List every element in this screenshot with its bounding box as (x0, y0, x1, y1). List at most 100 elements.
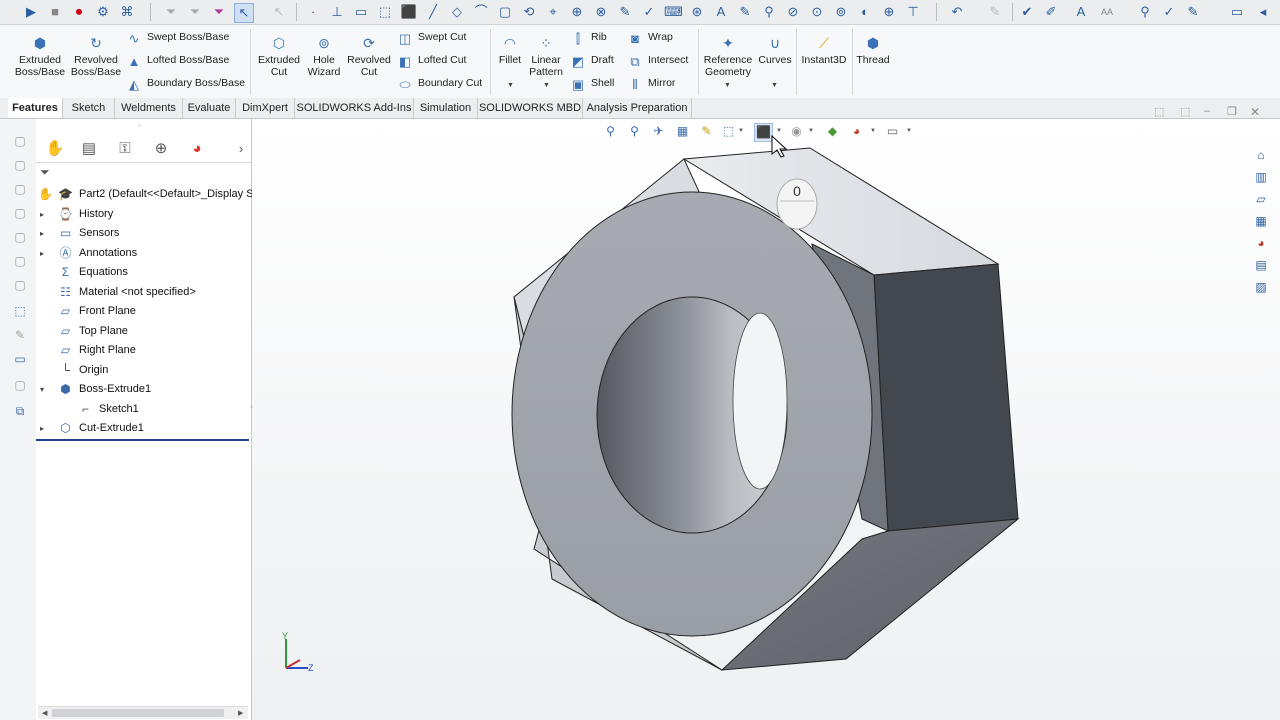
expand-icon[interactable]: ▸ (40, 205, 50, 224)
revolved-cut-button[interactable]: ⟳ Revolved Cut (346, 35, 392, 78)
axis-icon[interactable]: ⊥ (328, 3, 346, 21)
window-cascade-icon[interactable]: ⬚ (1154, 105, 1164, 118)
extruded-boss-button[interactable]: ⬢ Extruded Boss/Base (12, 35, 68, 78)
tree-item-origin[interactable]: └ Origin (36, 361, 251, 380)
pen-icon[interactable]: ⊚ (832, 3, 850, 21)
strip-tool-icon[interactable]: ▢ (12, 229, 28, 245)
rib-button[interactable]: ⫿ Rib (570, 28, 607, 46)
filter-icon[interactable]: ⏷ (162, 3, 180, 21)
pen2-icon[interactable]: ✎ (1184, 3, 1202, 21)
smart-dimension-icon[interactable]: ⊕ (568, 3, 586, 21)
tab-addins[interactable]: SOLIDWORKS Add-Ins (295, 98, 414, 118)
curves-button[interactable]: ∪ Curves (756, 35, 794, 66)
close-icon[interactable]: ✕ (1250, 105, 1260, 119)
tab-dimxpert[interactable]: DimXpert (236, 98, 295, 118)
boundary-cut-button[interactable]: ⬭ Boundary Cut (397, 74, 482, 92)
fillet-button[interactable]: ◠ Fillet (494, 35, 526, 66)
boundary-boss-button[interactable]: ◭ Boundary Boss/Base (126, 74, 245, 92)
trim-icon[interactable]: ⌖ (544, 3, 562, 21)
property-manager-tab-icon[interactable]: ▤ (72, 138, 106, 160)
tree-item-sensors[interactable]: ▸ ▭ Sensors (36, 224, 251, 243)
tree-root-part[interactable]: ✋ 🎓 Part2 (Default<<Default>_Display S (36, 185, 254, 204)
filter3-icon[interactable]: ⏷ (210, 3, 228, 21)
tab-weldments[interactable]: Weldments (115, 98, 183, 118)
graphics-viewport[interactable]: ⚲ ⚲ ✈ ▦ ✎ ⬚ ▼ ⬛ ▼ ◉ ▼ ◆ ◕ ▼ ▭ ▼ ⬚ ⬚ – ❐ … (250, 105, 1280, 720)
select-arrow-icon[interactable]: ↖ (234, 3, 254, 23)
hole-wizard-button[interactable]: ⊚ Hole Wizard (302, 35, 346, 78)
tab-analysis-preparation[interactable]: Analysis Preparation (583, 98, 692, 118)
thread-button[interactable]: ⬢ Thread (854, 35, 892, 66)
tree-item-material[interactable]: ☷ Material <not specified> (36, 283, 251, 302)
strip-tool-icon[interactable]: ▢ (12, 205, 28, 221)
check-icon[interactable]: ✓ (1160, 3, 1178, 21)
sketch-icon[interactable]: ⌨ (664, 3, 683, 21)
spelling-icon[interactable]: ✔ (1018, 3, 1036, 21)
tree-item-cut-extrude1[interactable]: ▸ ⬡ Cut-Extrude1 (36, 419, 251, 438)
tab-sketch[interactable]: Sketch (63, 98, 115, 118)
text-icon[interactable]: ✎ (616, 3, 634, 21)
reference-geometry-button[interactable]: ✦ Reference Geometry (700, 35, 756, 78)
revolved-boss-button[interactable]: ↻ Revolved Boss/Base (68, 35, 124, 78)
panel-splitter-icon[interactable]: ◦ (250, 402, 256, 418)
table-icon[interactable]: ⊕ (880, 3, 898, 21)
fillet-dropdown-icon[interactable]: ▼ (507, 82, 514, 89)
strip-tool-icon[interactable]: ✎ (12, 327, 28, 343)
instant3d-button[interactable]: ⟋ Instant3D (798, 35, 850, 66)
brush-icon[interactable]: ✐ (1042, 3, 1060, 21)
macro-icon[interactable]: ⌘ (118, 3, 136, 21)
plane-icon[interactable]: ▭ (352, 3, 370, 21)
strip-tool-icon[interactable]: ▢ (12, 377, 28, 393)
strip-tool-icon[interactable]: ▢ (12, 277, 28, 293)
hex-nut-model[interactable]: 0 Y Z (252, 119, 1280, 720)
curves-dropdown-icon[interactable]: ▼ (771, 82, 778, 89)
strip-tool-icon[interactable]: ▢ (12, 253, 28, 269)
strip-sketch-icon[interactable]: ⬚ (12, 303, 28, 319)
pin-icon[interactable]: ▭ (1228, 3, 1246, 21)
configuration-tab-icon[interactable]: ⚿ (108, 138, 142, 160)
scroll-right-icon[interactable]: ▶ (238, 709, 243, 717)
box-icon[interactable]: ⬚ (376, 3, 394, 21)
panel-grip-icon[interactable]: ◦ (138, 121, 141, 130)
swept-cut-button[interactable]: ◫ Swept Cut (397, 28, 467, 46)
strip-copy-icon[interactable]: ⧉ (12, 403, 28, 419)
window-tile-icon[interactable]: ⬚ (1180, 105, 1190, 118)
minimize-icon[interactable]: – (1204, 105, 1210, 117)
aa-icon[interactable]: AA (1098, 3, 1116, 21)
filter2-icon[interactable]: ⏷ (186, 3, 204, 21)
zoom-icon[interactable]: ⊗ (592, 3, 610, 21)
rollback-bar[interactable] (36, 439, 249, 441)
scroll-left-icon[interactable]: ◀ (42, 709, 47, 717)
rotate-icon[interactable]: ✎ (736, 3, 754, 21)
intersect-button[interactable]: ⧉ Intersect (627, 51, 688, 69)
lofted-cut-button[interactable]: ◧ Lofted Cut (397, 51, 467, 69)
filter-icon[interactable]: ⏷ (40, 165, 54, 179)
extruded-cut-button[interactable]: ⬡ Extruded Cut (254, 35, 304, 78)
tree-item-right-plane[interactable]: ▱ Right Plane (36, 341, 251, 360)
strip-tool-icon[interactable]: ▢ (12, 181, 28, 197)
expand-icon[interactable]: ▸ (40, 244, 50, 263)
strip-tool-icon[interactable]: ▢ (12, 133, 28, 149)
expand-icon[interactable]: ▸ (40, 419, 50, 438)
stop-icon[interactable]: ■ (46, 3, 64, 21)
record-icon[interactable]: ⏺ (70, 3, 88, 21)
tab-features[interactable]: Features (8, 98, 63, 118)
relation-icon[interactable]: ⊙ (808, 3, 826, 21)
tab-simulation[interactable]: Simulation (414, 98, 478, 118)
tree-item-sketch1[interactable]: ⌐ Sketch1 (36, 400, 251, 419)
play-icon[interactable]: ▶ (22, 3, 40, 21)
strip-monitor-icon[interactable]: ▭ (12, 351, 28, 367)
polygon-icon[interactable]: ⟲ (520, 3, 538, 21)
tree-item-front-plane[interactable]: ▱ Front Plane (36, 302, 251, 321)
select-filter-icon[interactable]: ↖ (270, 3, 288, 21)
restore-icon[interactable]: ❐ (1227, 105, 1237, 118)
tree-item-top-plane[interactable]: ▱ Top Plane (36, 322, 251, 341)
tree-item-history[interactable]: ▸ ⌚ History (36, 205, 251, 224)
draft-button[interactable]: ◩ Draft (570, 51, 614, 69)
scroll-thumb[interactable] (52, 709, 224, 717)
offset-icon[interactable]: ✓ (640, 3, 658, 21)
paint-icon[interactable]: ◐ (856, 3, 874, 21)
collapse-icon[interactable]: ◂ (1254, 3, 1272, 21)
wrap-button[interactable]: ◙ Wrap (627, 28, 673, 46)
dimension-icon[interactable]: ⊛ (688, 3, 706, 21)
feature-tree-tab-icon[interactable]: ✋ (38, 138, 72, 160)
